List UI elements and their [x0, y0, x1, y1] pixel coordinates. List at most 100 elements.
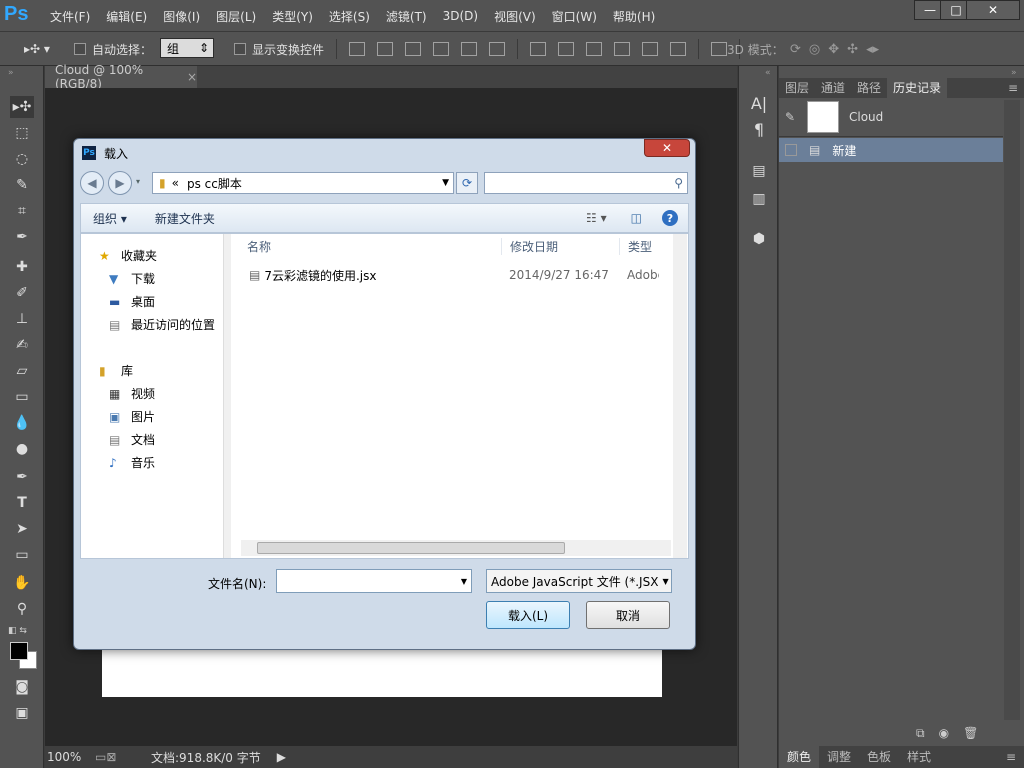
column-type[interactable]: 类型 [619, 237, 652, 255]
blur-tool-icon[interactable]: 💧 [10, 412, 34, 434]
properties-panel-icon[interactable]: ▤ [747, 160, 771, 182]
align-bottom-icon[interactable] [405, 42, 421, 56]
nav-recent[interactable]: ▤ 最近访问的位置 [99, 313, 230, 336]
trash-icon[interactable]: 🗑 [963, 726, 978, 741]
distribute-left-icon[interactable] [614, 42, 630, 56]
paragraph-panel-icon[interactable]: ¶ [747, 118, 771, 140]
history-state-checkbox[interactable] [785, 144, 797, 156]
panel-menu-icon[interactable]: ≡ [1002, 78, 1024, 98]
nav-pictures[interactable]: ▣ 图片 [99, 405, 230, 428]
status-menu-arrow-icon[interactable]: ▶ [277, 750, 286, 764]
tab-channels[interactable]: 通道 [815, 78, 851, 98]
quick-mask-icon[interactable]: ◙ [10, 676, 34, 698]
nav-favorites[interactable]: ★ 收藏夹 [99, 244, 230, 267]
menu-select[interactable]: 选择(S) [321, 8, 378, 25]
back-button[interactable]: ◀ [80, 171, 104, 195]
show-transform-option[interactable]: 显示变换控件 [234, 40, 324, 58]
crop-tool-icon[interactable]: ⌗ [10, 200, 34, 222]
auto-align-icon[interactable] [711, 42, 727, 56]
eyedropper-tool-icon[interactable]: ✒ [10, 226, 34, 248]
distribute-vcenter-icon[interactable] [558, 42, 574, 56]
menu-3d[interactable]: 3D(D) [435, 9, 486, 23]
filename-input[interactable]: ▼ [276, 569, 472, 593]
tab-color[interactable]: 颜色 [779, 746, 820, 768]
new-document-from-state-icon[interactable]: ⧉ [916, 726, 925, 741]
3d-panel-icon[interactable]: ⬢ [747, 228, 771, 250]
3d-scale-icon[interactable]: ◂▸ [866, 42, 879, 57]
menu-layer[interactable]: 图层(L) [208, 8, 264, 25]
history-brush-source-icon[interactable]: ✎ [785, 110, 807, 124]
column-date[interactable]: 修改日期 [501, 237, 619, 255]
path-select-tool-icon[interactable]: ➤ [10, 518, 34, 540]
organize-button[interactable]: 组织 ▾ [93, 210, 127, 227]
clone-stamp-tool-icon[interactable]: ⊥ [10, 308, 34, 330]
address-dropdown-icon[interactable]: ▼ [442, 178, 449, 188]
3d-slide-icon[interactable]: ✣ [847, 42, 858, 57]
auto-select-checkbox[interactable] [74, 43, 86, 55]
menu-view[interactable]: 视图(V) [486, 8, 544, 25]
history-snapshot[interactable]: ✎ Cloud [779, 100, 1024, 134]
refresh-button[interactable]: ⟳ [456, 172, 478, 194]
nav-scrollbar[interactable] [223, 234, 231, 558]
zoom-tool-icon[interactable]: ⚲ [10, 598, 34, 620]
auto-select-option[interactable]: 自动选择： [74, 40, 152, 58]
nav-desktop[interactable]: ▬ 桌面 [99, 290, 230, 313]
notes-panel-icon[interactable]: ▥ [747, 188, 771, 210]
dialog-close-button[interactable]: ✕ [644, 139, 690, 157]
document-canvas[interactable] [102, 645, 662, 697]
cancel-button[interactable]: 取消 [586, 601, 670, 629]
lasso-tool-icon[interactable]: ◌ [10, 148, 34, 170]
show-transform-checkbox[interactable] [234, 43, 246, 55]
gradient-tool-icon[interactable]: ▭ [10, 386, 34, 408]
brush-tool-icon[interactable]: ✐ [10, 282, 34, 304]
preview-pane-icon[interactable]: ◫ [631, 211, 642, 225]
dodge-tool-icon[interactable]: ● [10, 438, 34, 460]
zoom-level[interactable]: 100% [47, 750, 95, 764]
expand-dock-icon[interactable]: « [765, 68, 771, 78]
filetype-dropdown-icon[interactable]: ▼ [662, 577, 668, 586]
forward-button[interactable]: ▶ [108, 171, 132, 195]
filetype-select[interactable]: Adobe JavaScript 文件 (*.JSX ▼ [486, 569, 672, 593]
menu-help[interactable]: 帮助(H) [605, 8, 663, 25]
menu-filter[interactable]: 滤镜(T) [378, 8, 435, 25]
nav-library[interactable]: ▮ 库 [99, 359, 230, 382]
move-tool-icon[interactable]: ▸✣ ▾ [24, 40, 50, 58]
close-window-button[interactable]: ✕ [966, 0, 1020, 20]
new-folder-button[interactable]: 新建文件夹 [155, 210, 215, 227]
status-icon[interactable]: ▭⊠ [95, 750, 151, 764]
help-icon[interactable]: ? [662, 210, 678, 226]
file-row[interactable]: ▤7云彩滤镜的使用.jsx 2014/9/27 16:47 Adobe [239, 264, 679, 286]
nav-documents[interactable]: ▤ 文档 [99, 428, 230, 451]
tab-layers[interactable]: 图层 [779, 78, 815, 98]
align-vcenter-icon[interactable] [377, 42, 393, 56]
menu-type[interactable]: 类型(Y) [264, 8, 321, 25]
search-input[interactable]: ⚲ [484, 172, 688, 194]
load-button[interactable]: 载入(L) [486, 601, 570, 629]
default-colors-icon[interactable]: ◧ ⇆ [8, 626, 27, 636]
tab-adjustments[interactable]: 调整 [819, 746, 859, 768]
tab-swatches[interactable]: 色板 [859, 746, 899, 768]
document-tab[interactable]: Cloud @ 100%(RGB/8) × [45, 63, 197, 91]
nav-downloads[interactable]: ▼ 下载 [99, 267, 230, 290]
panel-scrollbar[interactable] [1004, 100, 1020, 720]
menu-file[interactable]: 文件(F) [42, 8, 98, 25]
3d-pan-icon[interactable]: ✥ [828, 42, 839, 57]
align-left-icon[interactable] [433, 42, 449, 56]
horizontal-scrollbar[interactable] [241, 540, 671, 556]
3d-rotate-icon[interactable]: ⟳ [790, 42, 801, 57]
align-top-icon[interactable] [349, 42, 365, 56]
distribute-hcenter-icon[interactable] [642, 42, 658, 56]
quick-select-tool-icon[interactable]: ✎ [10, 174, 34, 196]
nav-videos[interactable]: ▦ 视频 [99, 382, 230, 405]
close-tab-icon[interactable]: × [187, 70, 197, 84]
auto-select-dropdown[interactable]: 组 ⇕ [160, 38, 214, 58]
3d-roll-icon[interactable]: ◎ [809, 42, 820, 57]
hand-tool-icon[interactable]: ✋ [10, 572, 34, 594]
collapse-panel-icon[interactable]: » [1011, 68, 1017, 78]
move-tool-icon[interactable]: ▸✣ [10, 96, 34, 118]
column-name[interactable]: 名称 [239, 238, 501, 255]
tab-paths[interactable]: 路径 [851, 78, 887, 98]
distribute-bottom-icon[interactable] [586, 42, 602, 56]
eraser-tool-icon[interactable]: ▱ [10, 360, 34, 382]
vertical-scrollbar[interactable] [673, 234, 687, 558]
